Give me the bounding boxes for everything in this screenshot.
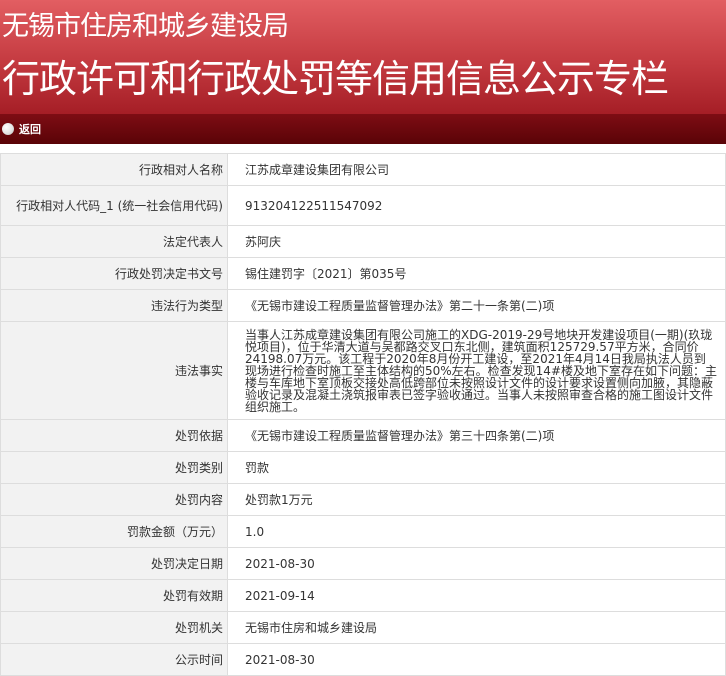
table-row: 处罚有效期 2021-09-14: [0, 579, 726, 612]
table-row: 行政相对人名称 江苏成章建设集团有限公司: [0, 153, 726, 186]
field-label: 处罚类别: [0, 451, 228, 484]
back-button[interactable]: 返回: [2, 120, 41, 138]
table-row: 处罚机关 无锡市住房和城乡建设局: [0, 611, 726, 644]
field-value: 2021-08-30: [227, 643, 726, 676]
table-row: 违法事实 当事人江苏成章建设集团有限公司施工的XDG-2019-29号地块开发建…: [0, 321, 726, 420]
table-row: 处罚决定日期 2021-08-30: [0, 547, 726, 580]
table-row: 违法行为类型 《无锡市建设工程质量监督管理办法》第二十一条第(二)项: [0, 289, 726, 322]
field-label: 行政相对人代码_1 (统一社会信用代码): [0, 185, 228, 226]
field-value: 《无锡市建设工程质量监督管理办法》第二十一条第(二)项: [227, 289, 726, 322]
field-value: 锡住建罚字〔2021〕第035号: [227, 257, 726, 290]
field-value: 913204122511547092: [227, 185, 726, 226]
field-value: 当事人江苏成章建设集团有限公司施工的XDG-2019-29号地块开发建设项目(一…: [227, 321, 726, 420]
field-label: 法定代表人: [0, 225, 228, 258]
field-value: 2021-09-14: [227, 579, 726, 612]
info-table: 行政相对人名称 江苏成章建设集团有限公司 行政相对人代码_1 (统一社会信用代码…: [0, 153, 726, 676]
field-label: 处罚有效期: [0, 579, 228, 612]
table-row: 罚款金额（万元） 1.0: [0, 515, 726, 548]
field-label: 违法事实: [0, 321, 228, 420]
field-value: 2021-08-30: [227, 547, 726, 580]
field-label: 违法行为类型: [0, 289, 228, 322]
header-banner: 无锡市住房和城乡建设局 行政许可和行政处罚等信用信息公示专栏: [0, 0, 726, 114]
field-value: 罚款: [227, 451, 726, 484]
field-label: 罚款金额（万元）: [0, 515, 228, 548]
field-label: 处罚决定日期: [0, 547, 228, 580]
field-value: 江苏成章建设集团有限公司: [227, 153, 726, 186]
field-value: 1.0: [227, 515, 726, 548]
field-value: 无锡市住房和城乡建设局: [227, 611, 726, 644]
table-row: 处罚类别 罚款: [0, 451, 726, 484]
table-row: 公示时间 2021-08-30: [0, 643, 726, 676]
table-row: 处罚依据 《无锡市建设工程质量监督管理办法》第三十四条第(二)项: [0, 419, 726, 452]
table-row: 处罚内容 处罚款1万元: [0, 483, 726, 516]
field-label: 处罚依据: [0, 419, 228, 452]
table-row: 行政处罚决定书文号 锡住建罚字〔2021〕第035号: [0, 257, 726, 290]
agency-title: 无锡市住房和城乡建设局: [2, 11, 289, 42]
column-title: 行政许可和行政处罚等信用信息公示专栏: [2, 57, 669, 101]
field-label: 行政相对人名称: [0, 153, 228, 186]
field-label: 处罚机关: [0, 611, 228, 644]
field-label: 公示时间: [0, 643, 228, 676]
table-row: 行政相对人代码_1 (统一社会信用代码) 913204122511547092: [0, 185, 726, 226]
bullet-circle-icon: [2, 123, 14, 135]
table-row: 法定代表人 苏阿庆: [0, 225, 726, 258]
back-label: 返回: [19, 123, 41, 136]
field-value: 处罚款1万元: [227, 483, 726, 516]
field-label: 行政处罚决定书文号: [0, 257, 228, 290]
field-label: 处罚内容: [0, 483, 228, 516]
field-value: 《无锡市建设工程质量监督管理办法》第三十四条第(二)项: [227, 419, 726, 452]
nav-bar: 返回: [0, 114, 726, 144]
field-value: 苏阿庆: [227, 225, 726, 258]
